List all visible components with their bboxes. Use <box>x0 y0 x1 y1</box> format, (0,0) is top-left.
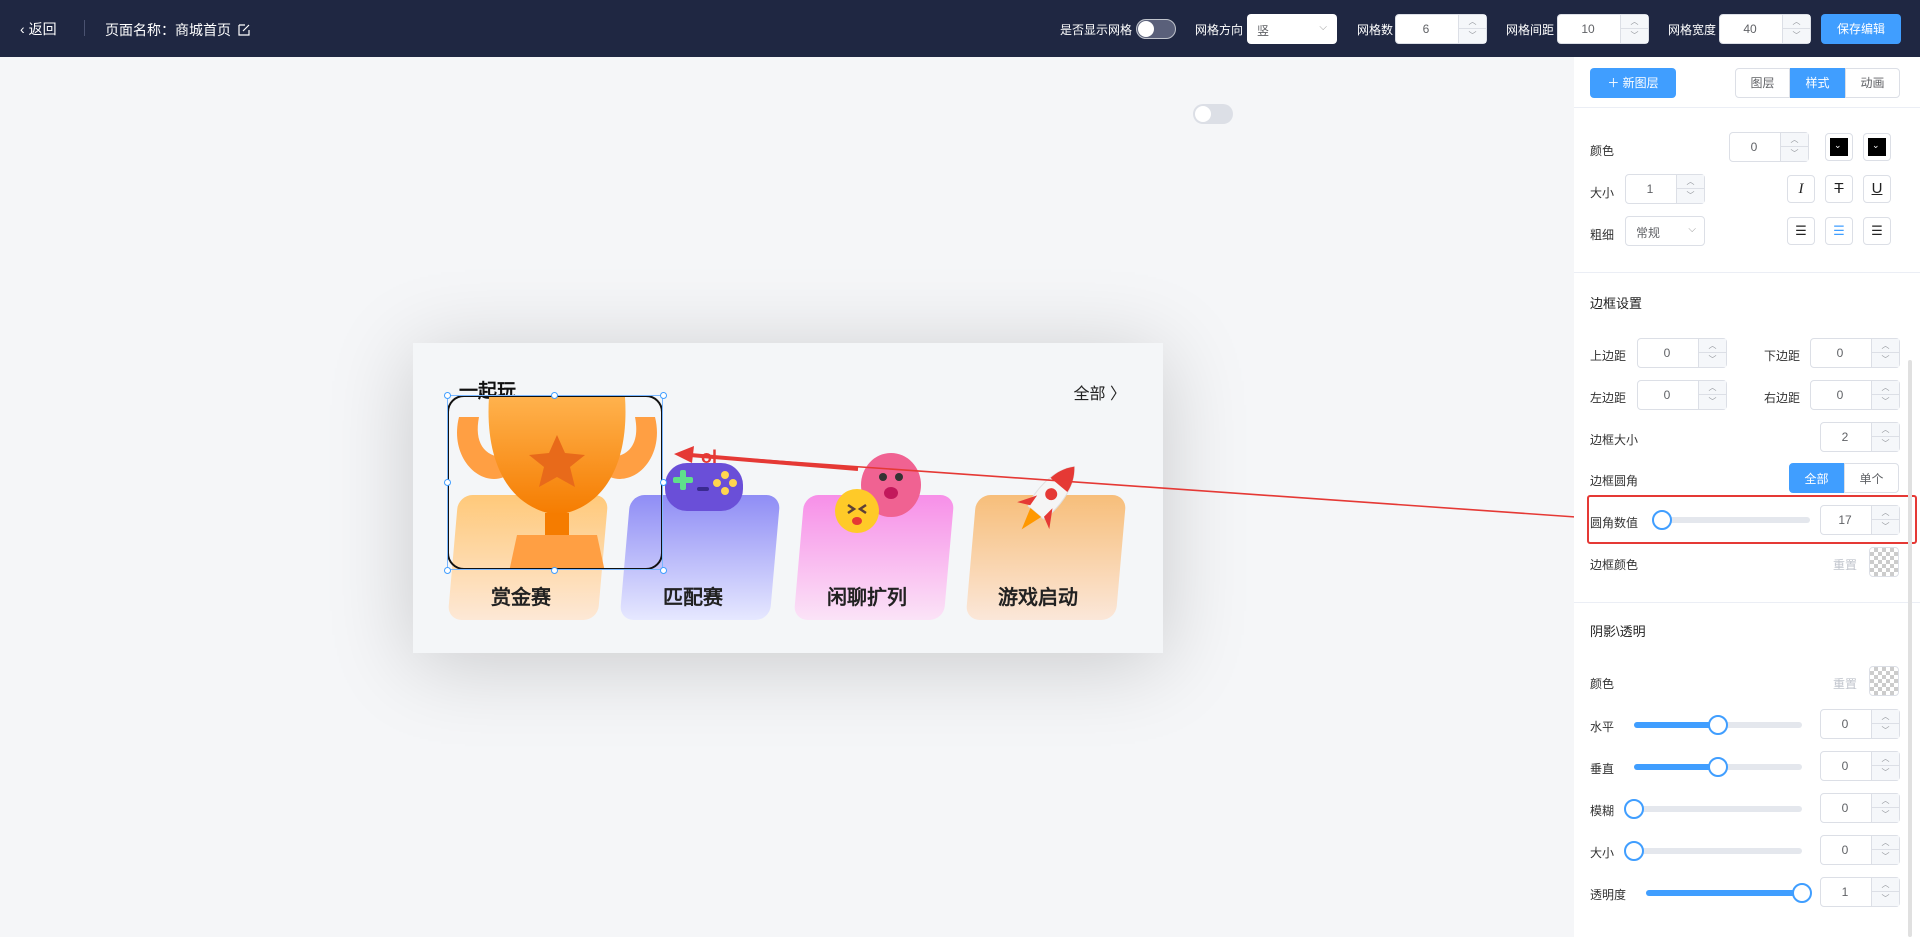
tab-animation[interactable]: 动画 <box>1845 68 1900 98</box>
align-center-icon[interactable]: ☰ <box>1825 217 1853 245</box>
border-size-value: 2 <box>1841 430 1849 444</box>
border-color-picker[interactable] <box>1869 547 1899 577</box>
strikethrough-icon[interactable]: T <box>1825 175 1853 203</box>
slider-handle[interactable] <box>1624 841 1644 861</box>
border-size-stepper[interactable]: ︿ ﹀ <box>1871 423 1899 451</box>
shadow-section-title: 阴影\透明 <box>1590 624 1646 639</box>
border-bottom-input[interactable]: 0 ︿ ﹀ <box>1810 338 1900 368</box>
shadow-h-input[interactable]: 0 ︿ ﹀ <box>1820 709 1900 739</box>
shadow-size-label: 大小 <box>1590 846 1615 860</box>
shadow-h-value: 0 <box>1841 717 1849 731</box>
border-bottom-value: 0 <box>1836 346 1844 360</box>
border-left-label: 左边距 <box>1590 391 1627 405</box>
divider <box>1574 272 1920 273</box>
shadow-size-input[interactable]: 0 ︿ ﹀ <box>1820 835 1900 865</box>
shadow-color-reset[interactable]: 重置 <box>1833 675 1857 692</box>
shadow-h-slider[interactable] <box>1634 715 1802 735</box>
shadow-blur-input[interactable]: 0 ︿ ﹀ <box>1820 793 1900 823</box>
chevron-down-icon: ⌵ <box>1688 224 1696 235</box>
font-color-input[interactable]: 0 ︿ ﹀ <box>1729 132 1809 162</box>
slider-fill <box>1634 722 1718 728</box>
shadow-v-label: 垂直 <box>1590 762 1615 776</box>
tab-layers[interactable]: 图层 <box>1735 68 1790 98</box>
font-weight-value: 常规 <box>1636 226 1661 240</box>
slider-handle[interactable] <box>1792 883 1812 903</box>
shadow-color-label: 颜色 <box>1590 677 1615 691</box>
opacity-value: 1 <box>1841 885 1849 899</box>
divider <box>1574 107 1920 108</box>
slider-fill <box>1646 890 1802 896</box>
border-top-value: 0 <box>1663 346 1671 360</box>
font-color-label: 颜色 <box>1590 144 1615 158</box>
shadow-blur-value: 0 <box>1841 801 1849 815</box>
opacity-input[interactable]: 1 ︿ ﹀ <box>1820 877 1900 907</box>
divider <box>1574 602 1920 603</box>
shadow-size-stepper[interactable]: ︿ ﹀ <box>1871 836 1899 864</box>
font-bg-color-swatch[interactable]: ⌄ <box>1863 133 1891 161</box>
shadow-size-value: 0 <box>1841 843 1849 857</box>
slider-handle[interactable] <box>1708 715 1728 735</box>
shadow-v-value: 0 <box>1841 759 1849 773</box>
shadow-v-slider[interactable] <box>1634 757 1802 777</box>
annotation-highlight-box <box>1587 495 1917 544</box>
border-size-label: 边框大小 <box>1590 433 1639 447</box>
border-left-stepper[interactable]: ︿ ﹀ <box>1698 381 1726 409</box>
align-left-icon[interactable]: ☰ <box>1787 217 1815 245</box>
border-radius-label: 边框圆角 <box>1590 474 1639 488</box>
border-top-label: 上边距 <box>1590 349 1627 363</box>
style-panel: ＋ 新图层 图层 样式 动画 颜色 0 ︿ ﹀ ⌄ ⌄ 大小 1 ︿ ﹀ I T U… <box>1574 57 1920 937</box>
shadow-blur-slider[interactable] <box>1624 799 1802 819</box>
border-bottom-stepper[interactable]: ︿ ﹀ <box>1871 339 1899 367</box>
opacity-stepper[interactable]: ︿ ﹀ <box>1871 878 1899 906</box>
border-right-stepper[interactable]: ︿ ﹀ <box>1871 381 1899 409</box>
shadow-color-picker[interactable] <box>1869 666 1899 696</box>
slider-fill <box>1634 764 1718 770</box>
border-left-value: 0 <box>1663 388 1671 402</box>
border-top-input[interactable]: 0 ︿ ﹀ <box>1637 338 1727 368</box>
slider-handle[interactable] <box>1708 757 1728 777</box>
border-color-label: 边框颜色 <box>1590 558 1639 572</box>
align-right-icon[interactable]: ☰ <box>1863 217 1891 245</box>
border-bottom-label: 下边距 <box>1764 349 1801 363</box>
font-size-stepper[interactable]: ︿ ﹀ <box>1676 175 1704 203</box>
border-right-input[interactable]: 0 ︿ ﹀ <box>1810 380 1900 410</box>
font-color-stepper[interactable]: ︿ ﹀ <box>1780 133 1808 161</box>
border-size-input[interactable]: 2 ︿ ﹀ <box>1820 422 1900 452</box>
slider-handle[interactable] <box>1624 799 1644 819</box>
shadow-h-label: 水平 <box>1590 720 1615 734</box>
shadow-blur-stepper[interactable]: ︿ ﹀ <box>1871 794 1899 822</box>
border-top-stepper[interactable]: ︿ ﹀ <box>1698 339 1726 367</box>
border-radius-mode: 全部 单个 <box>1789 463 1899 493</box>
font-color-value: 0 <box>1750 140 1758 154</box>
font-weight-select[interactable]: 常规 ⌵ <box>1625 216 1705 246</box>
font-color-swatch[interactable]: ⌄ <box>1825 133 1853 161</box>
shadow-h-stepper[interactable]: ︿ ﹀ <box>1871 710 1899 738</box>
font-weight-label: 粗细 <box>1590 228 1615 242</box>
shadow-v-stepper[interactable]: ︿ ﹀ <box>1871 752 1899 780</box>
border-left-input[interactable]: 0 ︿ ﹀ <box>1637 380 1727 410</box>
shadow-blur-label: 模糊 <box>1590 804 1615 818</box>
italic-icon[interactable]: I <box>1787 175 1815 203</box>
font-size-value: 1 <box>1646 182 1654 196</box>
opacity-label: 透明度 <box>1590 888 1627 902</box>
font-size-input[interactable]: 1 ︿ ﹀ <box>1625 174 1705 204</box>
panel-scrollbar[interactable] <box>1908 360 1912 937</box>
underline-icon[interactable]: U <box>1863 175 1891 203</box>
radius-all-button[interactable]: 全部 <box>1789 463 1844 493</box>
panel-tabs: 图层 样式 动画 <box>1735 68 1900 98</box>
tab-style[interactable]: 样式 <box>1790 68 1845 98</box>
font-size-label: 大小 <box>1590 186 1615 200</box>
radius-single-button[interactable]: 单个 <box>1844 463 1899 493</box>
new-layer-button[interactable]: ＋ 新图层 <box>1590 68 1676 98</box>
shadow-v-input[interactable]: 0 ︿ ﹀ <box>1820 751 1900 781</box>
opacity-slider[interactable] <box>1646 883 1812 903</box>
border-color-reset[interactable]: 重置 <box>1833 556 1857 573</box>
border-right-value: 0 <box>1836 388 1844 402</box>
border-section-title: 边框设置 <box>1590 296 1643 311</box>
shadow-size-slider[interactable] <box>1624 841 1802 861</box>
border-right-label: 右边距 <box>1764 391 1801 405</box>
